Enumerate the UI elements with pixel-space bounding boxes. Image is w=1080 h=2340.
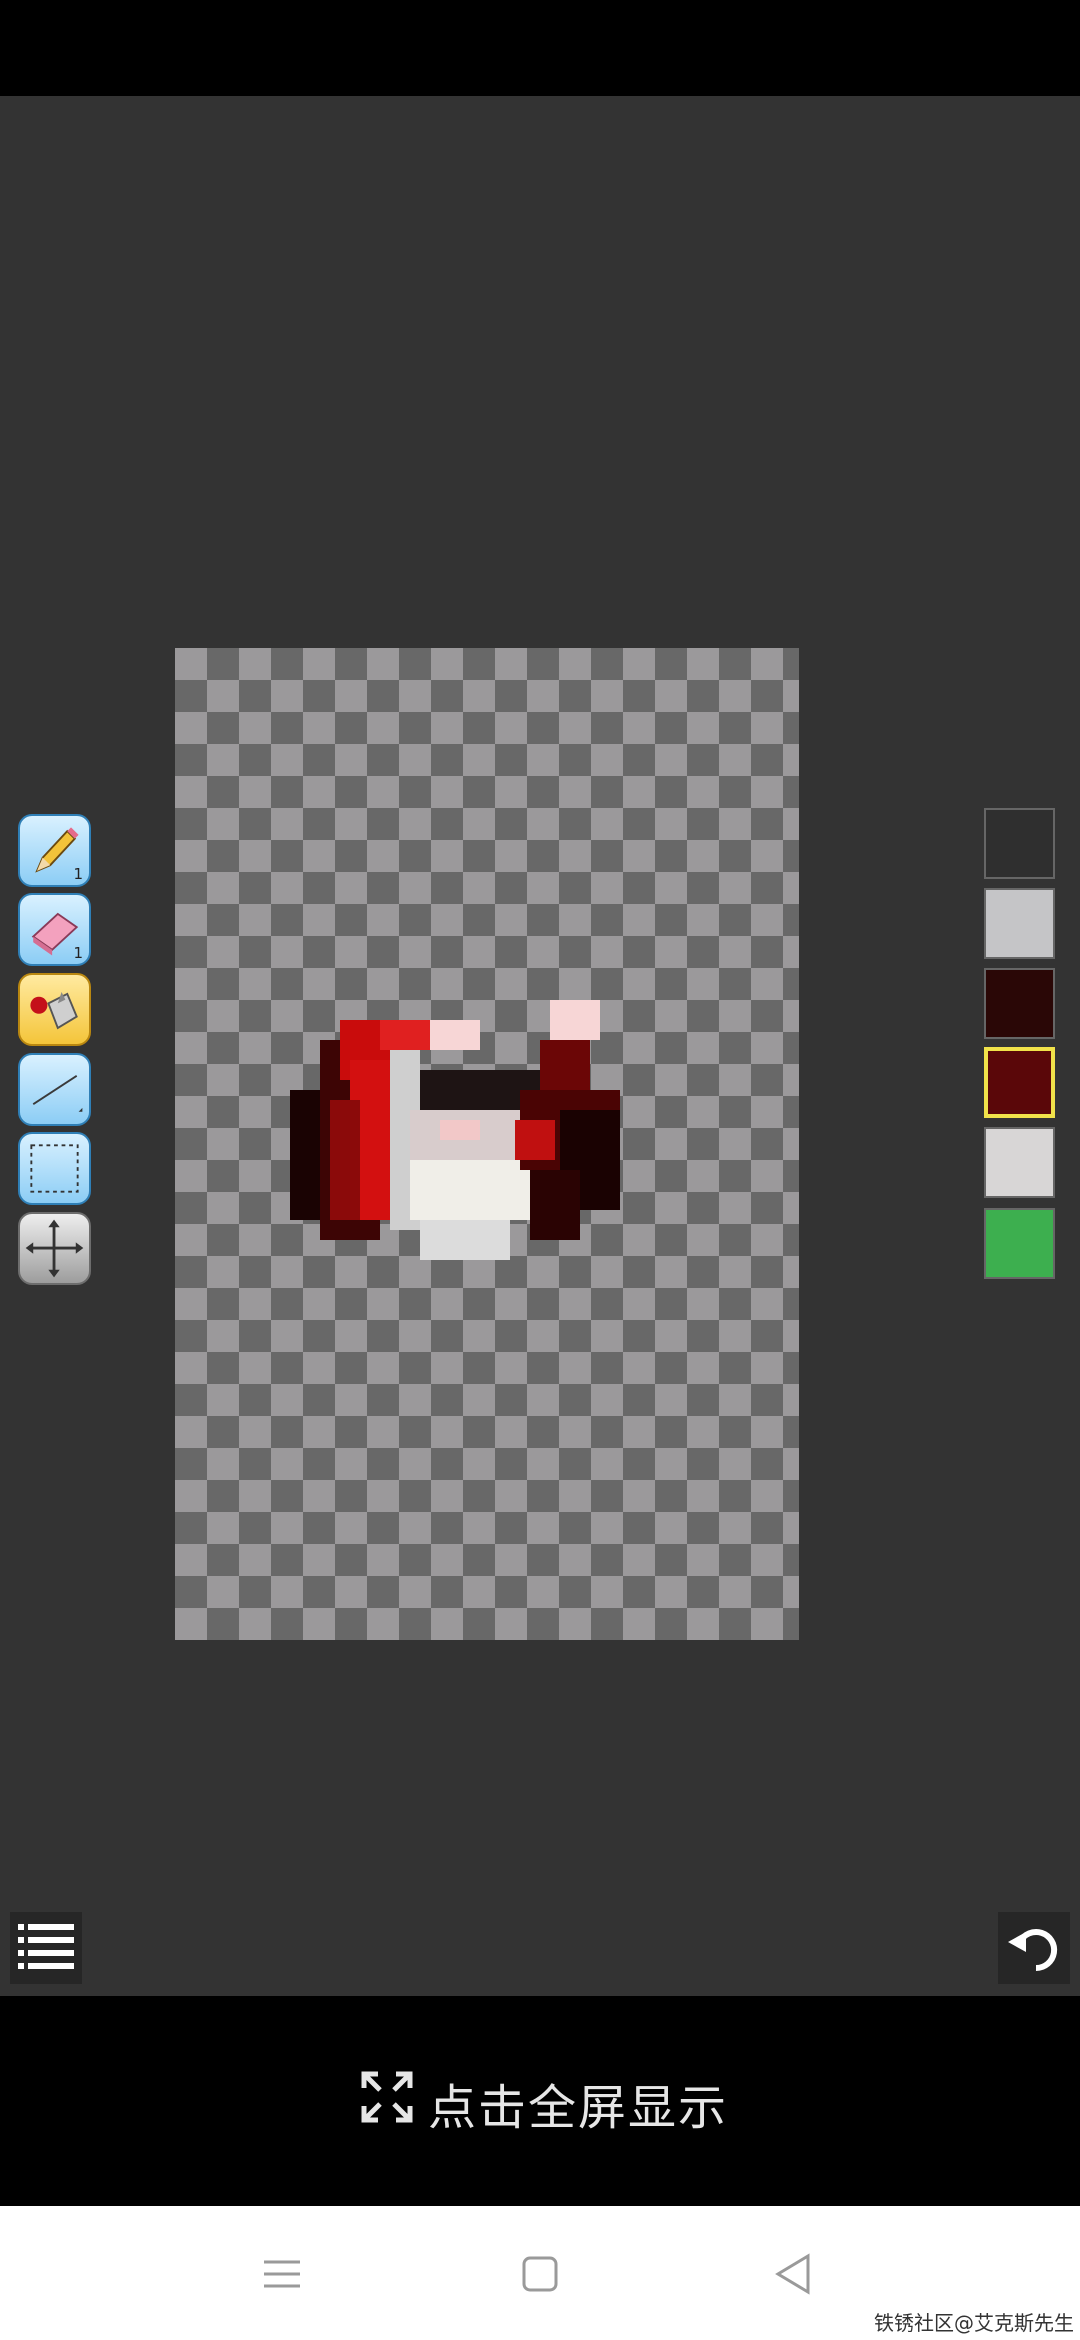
home-icon[interactable] xyxy=(518,2252,562,2296)
status-bar xyxy=(0,0,1080,96)
selection-rectangle-icon xyxy=(30,1144,79,1193)
pixel-sprite xyxy=(290,1000,620,1260)
eraser-tool-button[interactable]: 1 xyxy=(18,893,91,966)
color-swatch[interactable] xyxy=(984,968,1055,1039)
move-tool-button[interactable] xyxy=(18,1212,91,1285)
list-icon xyxy=(18,1924,74,1969)
move-arrows-icon xyxy=(25,1219,84,1278)
color-swatch[interactable] xyxy=(984,808,1055,879)
undo-icon xyxy=(1008,1929,1058,1972)
color-swatch[interactable] xyxy=(984,888,1055,959)
pencil-tool-button[interactable]: 1 xyxy=(18,814,91,887)
menu-button[interactable] xyxy=(10,1912,82,1984)
rect-select-tool-button[interactable] xyxy=(18,1132,91,1205)
paint-bucket-icon xyxy=(30,992,78,1030)
color-swatch-selected[interactable] xyxy=(984,1047,1055,1118)
watermark: 铁锈社区@艾克斯先生 xyxy=(874,2311,1074,2335)
pencil-size-badge: 1 xyxy=(73,865,83,883)
eraser-size-badge: 1 xyxy=(73,944,83,962)
line-tool-button[interactable] xyxy=(18,1053,91,1126)
color-swatch[interactable] xyxy=(984,1127,1055,1198)
fullscreen-label[interactable]: 点击全屏显示 xyxy=(428,2068,728,2138)
menu-icon[interactable] xyxy=(260,2252,304,2296)
line-icon xyxy=(32,1075,83,1112)
expand-icon xyxy=(361,2071,413,2123)
back-icon[interactable] xyxy=(772,2252,816,2296)
color-swatch[interactable] xyxy=(984,1208,1055,1279)
fill-bucket-tool-button[interactable] xyxy=(18,973,91,1046)
undo-button[interactable] xyxy=(998,1912,1070,1984)
